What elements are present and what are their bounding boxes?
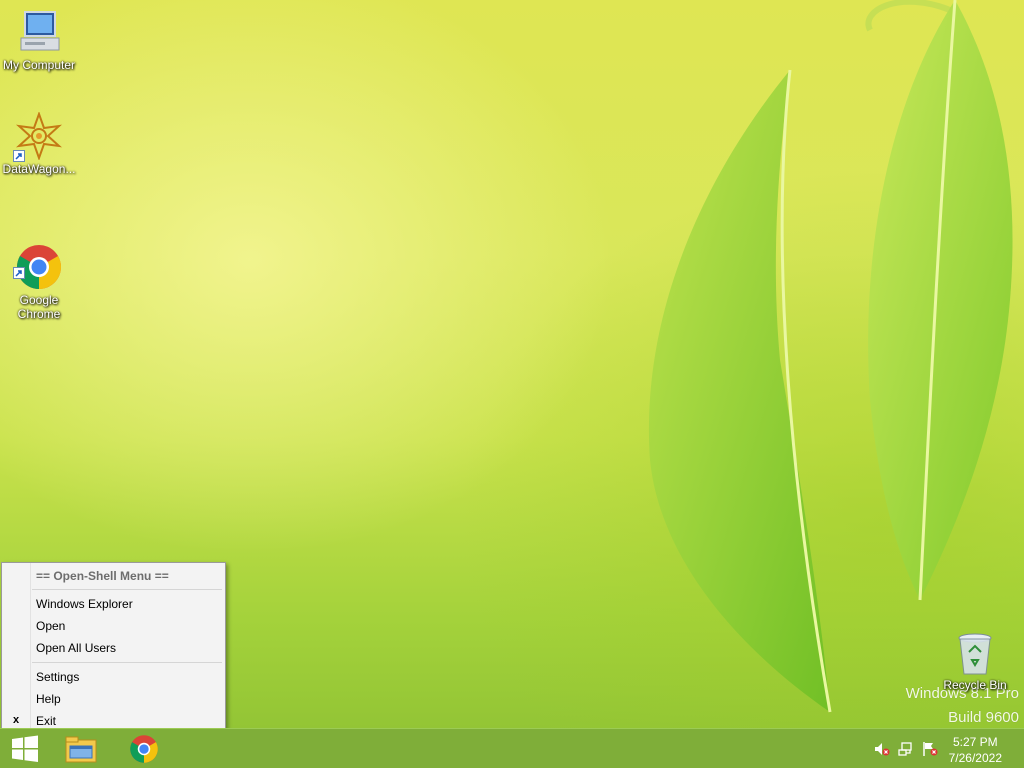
desktop-icon-label: Recycle Bin bbox=[943, 678, 1007, 692]
desktop-icon-recycle-bin[interactable]: Recycle Bin bbox=[937, 632, 1013, 692]
taskbar-clock[interactable]: 5:27 PM 7/26/2022 bbox=[949, 734, 1002, 766]
menu-item-help[interactable]: Help bbox=[36, 689, 61, 709]
menu-item-settings[interactable]: Settings bbox=[36, 667, 79, 687]
menu-item-windows-explorer[interactable]: Windows Explorer bbox=[36, 594, 133, 614]
windows-watermark-build: Build 9600 bbox=[948, 709, 1019, 726]
chrome-icon bbox=[130, 735, 158, 763]
desktop-icon-label: Google Chrome bbox=[17, 293, 61, 321]
shortcut-arrow-icon bbox=[13, 267, 25, 279]
desktop-icon-datawagon[interactable]: DataWagon... bbox=[1, 111, 77, 176]
desktop-icon-label: DataWagon... bbox=[2, 162, 76, 176]
menu-item-open[interactable]: Open bbox=[36, 616, 65, 636]
file-explorer-icon bbox=[65, 736, 97, 763]
clock-date: 7/26/2022 bbox=[948, 751, 1002, 765]
windows-start-icon bbox=[12, 735, 38, 762]
desktop-icon-my-computer[interactable]: My Computer bbox=[1, 8, 77, 72]
clock-time: 5:27 PM bbox=[952, 735, 998, 749]
taskbar: 5:27 PM 7/26/2022 bbox=[0, 728, 1024, 768]
network-icon[interactable] bbox=[898, 741, 914, 757]
start-button[interactable] bbox=[0, 731, 50, 767]
chrome-icon bbox=[13, 229, 63, 289]
volume-muted-icon[interactable] bbox=[874, 741, 890, 757]
desktop-icon-label: My Computer bbox=[2, 58, 76, 72]
datawagon-icon bbox=[13, 111, 63, 162]
menu-icon-gutter bbox=[2, 563, 31, 735]
exit-x-icon: x bbox=[13, 714, 20, 726]
taskbar-file-explorer-button[interactable] bbox=[56, 731, 106, 767]
recycle-bin-icon bbox=[955, 632, 995, 676]
menu-item-open-all-users[interactable]: Open All Users bbox=[36, 638, 116, 658]
open-shell-context-menu: == Open-Shell Menu == Windows Explorer O… bbox=[1, 562, 226, 736]
menu-title: == Open-Shell Menu == bbox=[36, 569, 169, 583]
menu-separator bbox=[32, 662, 222, 663]
computer-icon bbox=[15, 8, 63, 56]
desktop-icon-google-chrome[interactable]: Google Chrome bbox=[1, 215, 77, 335]
shortcut-arrow-icon bbox=[13, 150, 25, 162]
action-center-flag-icon[interactable] bbox=[922, 741, 938, 757]
menu-separator bbox=[32, 589, 222, 590]
taskbar-chrome-button[interactable] bbox=[119, 731, 169, 767]
